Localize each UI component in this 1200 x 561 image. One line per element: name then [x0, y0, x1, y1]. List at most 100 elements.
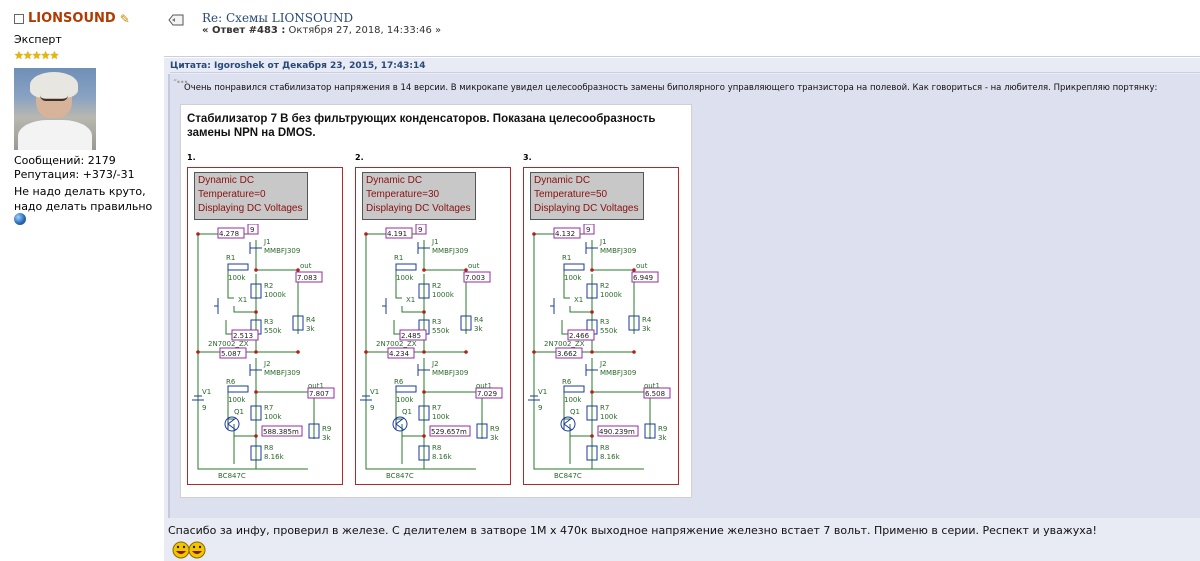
svg-text:100k: 100k	[264, 413, 282, 421]
voltage-out1: 7.029	[477, 390, 497, 398]
svg-text:V1: V1	[370, 388, 379, 396]
reply-number: « Ответ #483 :	[202, 25, 286, 36]
voltage-j1: 4.132	[555, 230, 575, 238]
svg-text:100k: 100k	[600, 413, 618, 421]
svg-text:R4: R4	[306, 316, 316, 324]
display-mode-label: Displaying DC Voltages	[198, 203, 303, 214]
panel-1-number: 1.	[187, 153, 196, 162]
website-globe-icon[interactable]	[14, 213, 26, 225]
svg-text:100k: 100k	[432, 413, 450, 421]
svg-text:1000k: 1000k	[264, 291, 287, 299]
post-title: Re: Схемы LIONSOUND	[202, 11, 353, 25]
svg-text:out1: out1	[476, 382, 492, 390]
svg-text:R3: R3	[264, 318, 273, 326]
quote-block: “••• Очень понравился стабилизатор напря…	[168, 74, 1200, 518]
svg-text:100k: 100k	[228, 396, 246, 404]
voltage-j1: 4.191	[387, 230, 407, 238]
svg-text:9: 9	[370, 404, 374, 412]
svg-text:R7: R7	[432, 404, 441, 412]
svg-text:R2: R2	[432, 282, 441, 290]
svg-text:R8: R8	[600, 444, 609, 452]
display-mode-label: Displaying DC Voltages	[534, 203, 639, 214]
svg-text:100k: 100k	[396, 396, 414, 404]
schematic-panel-1: Dynamic DC Temperature=0 Displaying DC V…	[187, 167, 343, 485]
offline-status-icon	[14, 13, 24, 24]
svg-text:R9: R9	[490, 425, 499, 433]
voltage-out: 7.003	[465, 274, 485, 282]
svg-text:9: 9	[538, 404, 542, 412]
svg-text:V1: V1	[538, 388, 547, 396]
voltage-j1: 4.278	[219, 230, 239, 238]
voltage-j2: 4.234	[389, 350, 410, 358]
username-link[interactable]: LIONSOUND	[28, 11, 116, 26]
temperature-label: Temperature=50	[534, 189, 608, 200]
svg-text:3k: 3k	[474, 325, 483, 333]
voltage-x1: 2.513	[233, 332, 253, 340]
svg-text:J1: J1	[263, 238, 271, 246]
dc-settings-box: Dynamic DC Temperature=0 Displaying DC V…	[194, 172, 308, 220]
svg-text:R6: R6	[562, 378, 572, 386]
svg-text:out: out	[468, 262, 480, 270]
svg-text:J1: J1	[431, 238, 439, 246]
post-count: Сообщений: 2179	[14, 154, 116, 167]
circuit-diagram: 4.191 2.485 7.003 4.234 7.029 529.657m 9…	[360, 224, 503, 480]
svg-text:550k: 550k	[432, 327, 450, 335]
svg-text:MMBFJ309: MMBFJ309	[600, 247, 636, 255]
svg-text:2N7002_ZX: 2N7002_ZX	[544, 340, 585, 348]
svg-text:BC847C: BC847C	[386, 472, 414, 480]
temperature-label: Temperature=0	[198, 189, 266, 200]
post-meta: « Ответ #483 : Октября 27, 2018, 14:33:4…	[202, 25, 441, 36]
svg-text:1000k: 1000k	[432, 291, 455, 299]
svg-text:R9: R9	[658, 425, 667, 433]
temperature-label: Temperature=30	[366, 189, 440, 200]
svg-text:MMBFJ309: MMBFJ309	[264, 247, 300, 255]
voltage-j2: 3.662	[557, 350, 577, 358]
svg-text:2N7002_ZX: 2N7002_ZX	[376, 340, 417, 348]
svg-text:R4: R4	[642, 316, 652, 324]
svg-text:3k: 3k	[306, 325, 315, 333]
post-header: Re: Схемы LIONSOUND « Ответ #483 : Октяб…	[164, 0, 1200, 58]
post-date: Октября 27, 2018, 14:33:46 »	[288, 25, 442, 36]
svg-text:R2: R2	[264, 282, 273, 290]
svg-text:MMBFJ309: MMBFJ309	[600, 369, 636, 377]
svg-text:3k: 3k	[658, 434, 667, 442]
dc-mode-label: Dynamic DC	[366, 175, 423, 186]
voltage-x1: 2.466	[569, 332, 590, 340]
dc-settings-box: Dynamic DC Temperature=50 Displaying DC …	[530, 172, 644, 220]
svg-text:R1: R1	[562, 254, 571, 262]
voltage-j2: 5.087	[221, 350, 241, 358]
svg-text:out: out	[300, 262, 312, 270]
voltage-out1: 7.807	[309, 390, 329, 398]
user-signature: Не надо делать круто, надо делать правил…	[14, 184, 152, 214]
pencil-icon[interactable]: ✎	[120, 12, 130, 26]
svg-text:J2: J2	[431, 360, 439, 368]
svg-text:X1: X1	[238, 296, 247, 304]
svg-text:R9: R9	[322, 425, 331, 433]
header-divider	[164, 56, 1200, 57]
user-rank: Эксперт	[14, 33, 62, 46]
voltage-out: 6.949	[633, 274, 653, 282]
quote-text: Очень понравился стабилизатор напряжения…	[184, 83, 1158, 93]
svg-text:MMBFJ309: MMBFJ309	[432, 247, 468, 255]
schematic-panel-2: Dynamic DC Temperature=30 Displaying DC …	[355, 167, 511, 485]
svg-text:X1: X1	[406, 296, 415, 304]
voltage-x1: 2.485	[401, 332, 421, 340]
signature-line-1: Не надо делать круто,	[14, 185, 146, 198]
quote-header[interactable]: Цитата: Igoroshek от Декабря 23, 2015, 1…	[170, 61, 425, 71]
svg-text:R1: R1	[226, 254, 235, 262]
voltage-out1: 6.508	[645, 390, 665, 398]
voltage-q1: 490.239m	[599, 428, 635, 436]
post-title-link[interactable]: Re: Схемы LIONSOUND	[202, 11, 353, 25]
post-body: Re: Схемы LIONSOUND « Ответ #483 : Октяб…	[164, 0, 1200, 561]
laughing-smiley-icon-2	[188, 541, 206, 559]
svg-text:100k: 100k	[564, 396, 582, 404]
svg-text:9: 9	[202, 404, 206, 412]
svg-text:100k: 100k	[564, 274, 582, 282]
svg-text:X1: X1	[574, 296, 583, 304]
post-xx-icon	[168, 14, 184, 26]
svg-text:out: out	[636, 262, 648, 270]
circuit-diagram: 4.278 2.513 7.083 5.087 7.807 588.385m 9…	[192, 224, 335, 480]
svg-text:J1: J1	[599, 238, 607, 246]
display-mode-label: Displaying DC Voltages	[366, 203, 471, 214]
svg-text:out1: out1	[308, 382, 324, 390]
